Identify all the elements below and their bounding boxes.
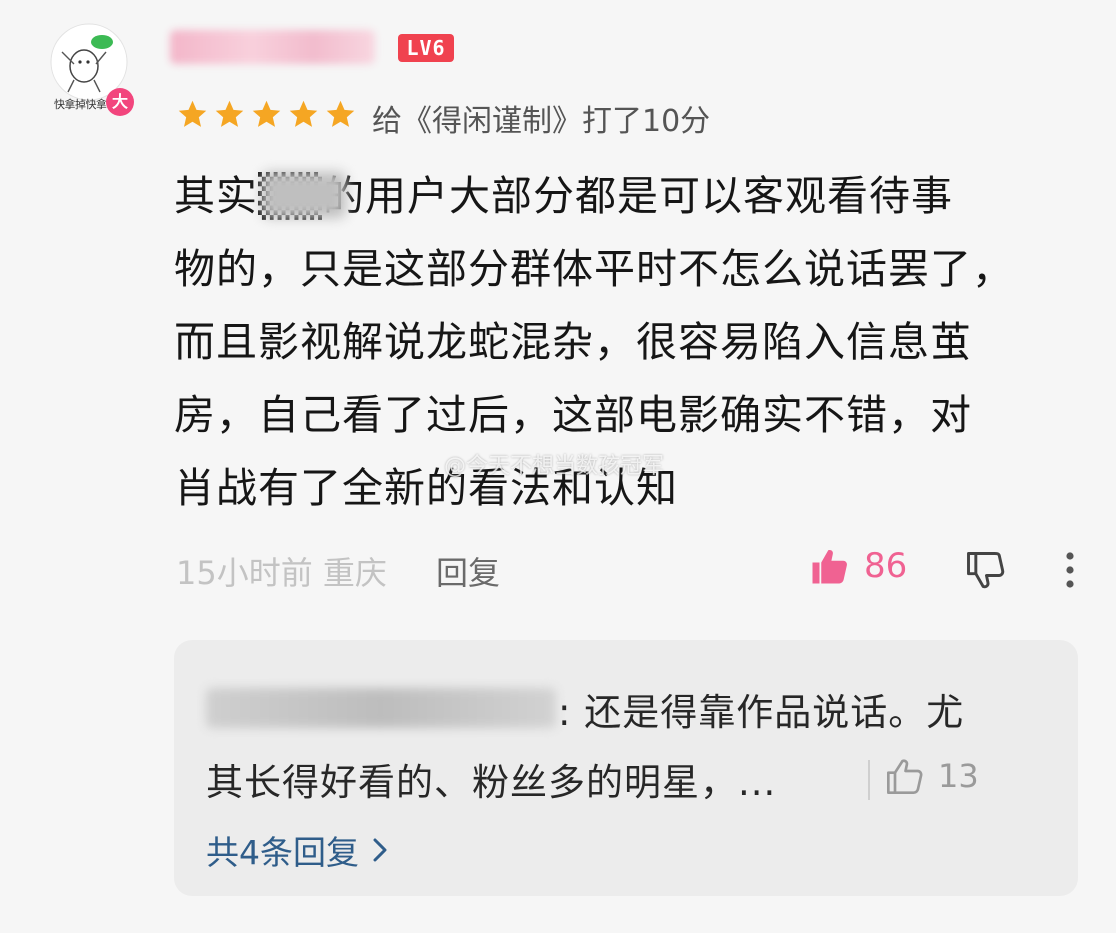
username-blurred[interactable]: [170, 30, 375, 64]
star-icon: [215, 100, 244, 127]
thumbs-down-icon: [967, 552, 1005, 589]
star-icon: [289, 100, 318, 127]
thumbs-up-icon: [812, 550, 847, 584]
rating-stars: [176, 98, 357, 131]
reply-line: : 还是得靠作品说话。尤: [558, 691, 965, 734]
more-options-icon[interactable]: [1055, 550, 1085, 590]
view-all-replies-link[interactable]: 共4条回复: [206, 826, 391, 874]
reply-button[interactable]: 回复: [436, 548, 500, 594]
divider: [868, 760, 870, 800]
redaction-blur: [262, 172, 346, 218]
vip-badge: 大: [106, 88, 134, 116]
comment-card: 快拿掉快拿 大 LV6 给《得闲谨制》打了10分 其实▒▒的用户大部分都是可以客…: [0, 0, 1116, 933]
avatar-caption: 快拿掉快拿: [54, 98, 107, 111]
thumbs-up-outline-icon: [887, 759, 923, 794]
star-icon: [252, 100, 281, 127]
timestamp-location: 15小时前 重庆: [176, 554, 387, 592]
level-badge: LV6: [398, 34, 454, 62]
avatar[interactable]: 快拿掉快拿 大: [44, 22, 134, 118]
view-all-replies-label: 共4条回复: [206, 833, 359, 872]
comment-line: 物的，只是这部分群体平时不怎么说话罢了，: [174, 245, 1014, 293]
dislike-button[interactable]: [962, 548, 1008, 596]
like-button[interactable]: 86: [808, 545, 907, 587]
star-icon: [326, 100, 355, 127]
star-icon: [178, 100, 207, 127]
chevron-right-icon: [373, 838, 387, 862]
vertical-dots-icon: [1066, 552, 1074, 588]
comment-line: 房，自己看了过后，这部电影确实不错，对: [174, 391, 972, 439]
rating-text: 给《得闲谨制》打了10分: [372, 104, 711, 139]
reply-preview-text: : 还是得靠作品说话。尤 其长得好看的、粉丝多的明星，...: [206, 678, 1026, 818]
comment-line: 而且影视解说龙蛇混杂，很容易陷入信息茧: [174, 318, 972, 366]
watermark: @今天不想当数孩冠军: [444, 454, 665, 479]
reply-like-count: 13: [938, 757, 979, 795]
reply-like-button[interactable]: 13: [884, 756, 979, 796]
like-count: 86: [864, 546, 908, 586]
